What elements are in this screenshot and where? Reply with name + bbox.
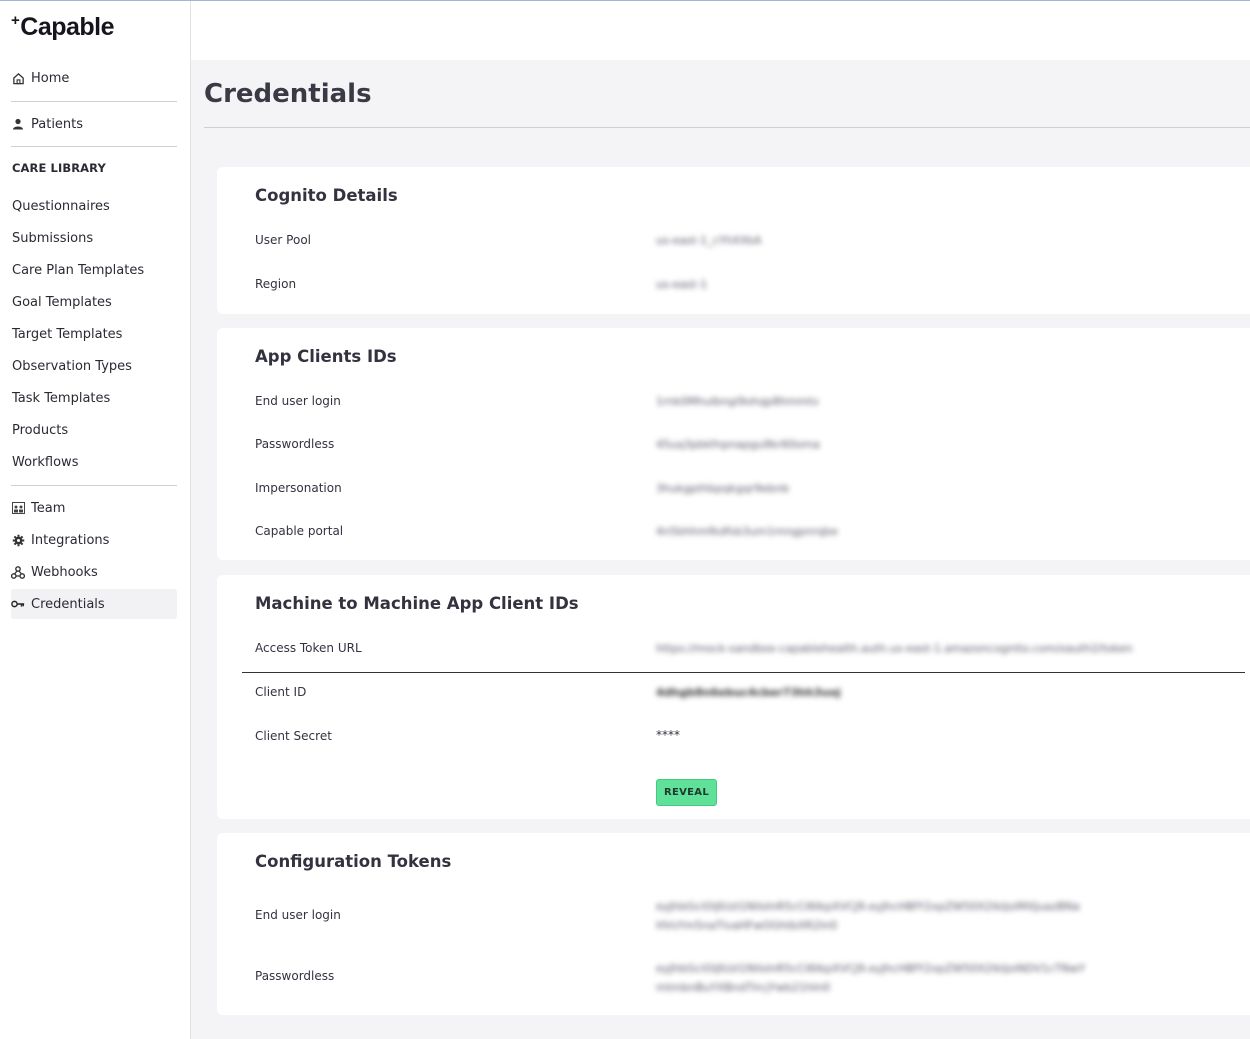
field-label: Client Secret (255, 729, 332, 743)
field-value: 4n5bhhmfkdfsb3um1mngpnrqbe (656, 525, 838, 538)
field-value: 3hukgpthbpqkgqr9ebnb (656, 482, 790, 495)
care-library-heading: CARE LIBRARY (12, 161, 106, 175)
webhook-icon (11, 565, 25, 579)
top-bar (191, 1, 1250, 60)
field-label: Access Token URL (255, 641, 362, 655)
cognito-details-card: Cognito Details User Pool us-east-1_cYhX… (217, 167, 1250, 314)
sidebar-item-webhooks[interactable]: Webhooks (11, 557, 177, 587)
card-title: Configuration Tokens (255, 852, 452, 871)
sidebar-item-credentials[interactable]: Credentials (11, 589, 177, 619)
field-value: 4dhgb8n6ebuc4cber73hh3uoj (656, 686, 841, 699)
sidebar-item-workflows[interactable]: Workflows (12, 455, 78, 470)
sidebar-divider (11, 101, 177, 102)
person-icon (11, 117, 25, 131)
sidebar-item-care-plan-templates[interactable]: Care Plan Templates (12, 263, 144, 278)
client-secret-value: **** (656, 728, 680, 742)
sidebar-divider (11, 146, 177, 147)
sidebar-item-label: Integrations (31, 532, 110, 548)
row-divider (242, 672, 1245, 673)
field-value: eyJhbGciOiJIUzI1NiIsInR5cCI6IkpXVCJ9.eyJ… (656, 962, 1086, 994)
field-label: User Pool (255, 233, 311, 247)
sidebar-item-label: Credentials (31, 596, 105, 612)
card-title: App Clients IDs (255, 347, 397, 366)
field-value: https://mock-sandbox-capablehealth.auth.… (656, 642, 1133, 655)
field-value: eyJhbGciOiJIUzI1NiIsInR5cCI6IkpXVCJ9.eyJ… (656, 900, 1080, 932)
sidebar-item-integrations[interactable]: Integrations (11, 525, 177, 555)
page-title: Credentials (204, 79, 372, 109)
sidebar: +Capable Home Patients CARE LIBRARY Ques… (0, 1, 191, 1039)
sidebar-item-label: Patients (31, 116, 84, 132)
team-icon (11, 501, 25, 515)
sidebar-item-label: Team (31, 500, 66, 516)
sidebar-item-goal-templates[interactable]: Goal Templates (12, 295, 112, 310)
field-label: Passwordless (255, 437, 335, 451)
sidebar-divider (11, 485, 177, 486)
logo-plus-icon: + (11, 12, 20, 29)
configuration-tokens-card: Configuration Tokens End user login eyJh… (217, 833, 1250, 1015)
sidebar-item-submissions[interactable]: Submissions (12, 231, 93, 246)
sidebar-item-label: Webhooks (31, 564, 98, 580)
field-value: us-east-1_cYhXXkA (656, 234, 762, 247)
sidebar-item-target-templates[interactable]: Target Templates (12, 327, 122, 342)
sidebar-item-team[interactable]: Team (11, 493, 177, 523)
home-icon (11, 71, 25, 85)
m2m-card: Machine to Machine App Client IDs Access… (217, 575, 1250, 819)
field-value: 1rnk0Mhulbngi9ohqp8hmmtv (656, 395, 820, 408)
field-label: Impersonation (255, 481, 342, 495)
sidebar-item-label: Home (31, 70, 70, 86)
sidebar-item-questionnaires[interactable]: Questionnaires (12, 199, 110, 214)
sidebar-item-observation-types[interactable]: Observation Types (12, 359, 132, 374)
field-label: Client ID (255, 685, 307, 699)
gear-icon (11, 533, 25, 547)
field-label: Passwordless (255, 969, 335, 983)
field-label: Region (255, 277, 297, 291)
sidebar-item-home[interactable]: Home (11, 63, 177, 93)
field-label: End user login (255, 394, 341, 408)
field-label: Capable portal (255, 524, 344, 538)
sidebar-item-patients[interactable]: Patients (11, 109, 177, 139)
field-value: us-east-1 (656, 278, 708, 291)
capable-logo[interactable]: +Capable (11, 12, 115, 42)
reveal-button[interactable]: REVEAL (656, 779, 717, 806)
title-divider (204, 127, 1250, 128)
card-title: Cognito Details (255, 186, 398, 205)
sidebar-item-task-templates[interactable]: Task Templates (12, 391, 110, 406)
field-value: 45uq3pbkfnpnapgu9kr60oma (656, 438, 820, 451)
card-title: Machine to Machine App Client IDs (255, 594, 579, 613)
field-label: End user login (255, 908, 341, 922)
key-icon (11, 597, 25, 611)
sidebar-item-products[interactable]: Products (12, 423, 68, 438)
app-clients-card: App Clients IDs End user login 1rnk0Mhul… (217, 328, 1250, 560)
